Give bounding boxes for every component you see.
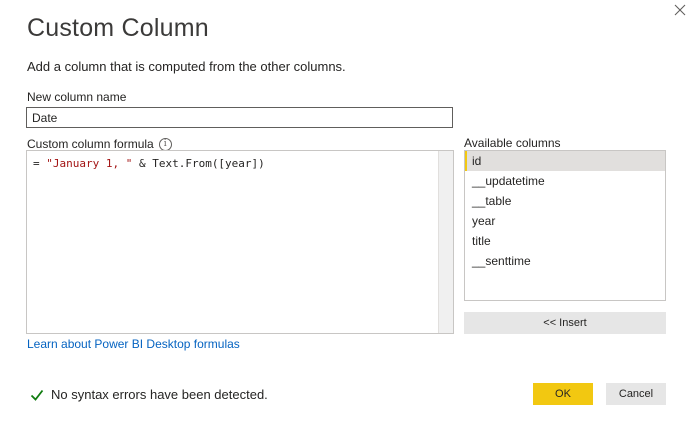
new-column-name-label: New column name	[27, 90, 127, 104]
formula-prefix: =	[33, 157, 47, 170]
learn-formulas-link[interactable]: Learn about Power BI Desktop formulas	[27, 337, 240, 351]
new-column-name-input[interactable]	[26, 107, 453, 128]
dialog-subtitle: Add a column that is computed from the o…	[27, 59, 346, 74]
column-item-title[interactable]: title	[465, 231, 665, 251]
formula-scrollbar[interactable]	[438, 151, 453, 333]
formula-expression: & Text.From([year])	[132, 157, 265, 170]
dialog-title: Custom Column	[27, 14, 209, 42]
close-icon	[674, 4, 686, 16]
formula-label: Custom column formula	[27, 137, 154, 151]
available-columns-label: Available columns	[464, 136, 561, 150]
column-item-updatetime[interactable]: __updatetime	[465, 171, 665, 191]
column-item-id[interactable]: id	[465, 151, 665, 171]
close-button[interactable]	[670, 0, 690, 20]
formula-label-group: Custom column formula i	[27, 137, 172, 151]
insert-button[interactable]: << Insert	[464, 312, 666, 334]
checkmark-icon	[30, 389, 44, 401]
syntax-status: No syntax errors have been detected.	[30, 387, 268, 402]
formula-string-literal: "January 1, "	[46, 157, 133, 170]
column-item-year[interactable]: year	[465, 211, 665, 231]
ok-button[interactable]: OK	[533, 383, 593, 405]
available-columns-list[interactable]: id __updatetime __table year title __sen…	[464, 150, 666, 301]
cancel-button[interactable]: Cancel	[606, 383, 666, 405]
column-item-senttime[interactable]: __senttime	[465, 251, 665, 271]
column-item-table[interactable]: __table	[465, 191, 665, 211]
formula-editor[interactable]: = "January 1, " & Text.From([year])	[26, 150, 454, 334]
formula-text[interactable]: = "January 1, " & Text.From([year])	[33, 157, 265, 170]
info-icon[interactable]: i	[158, 137, 172, 151]
status-text: No syntax errors have been detected.	[51, 387, 268, 402]
